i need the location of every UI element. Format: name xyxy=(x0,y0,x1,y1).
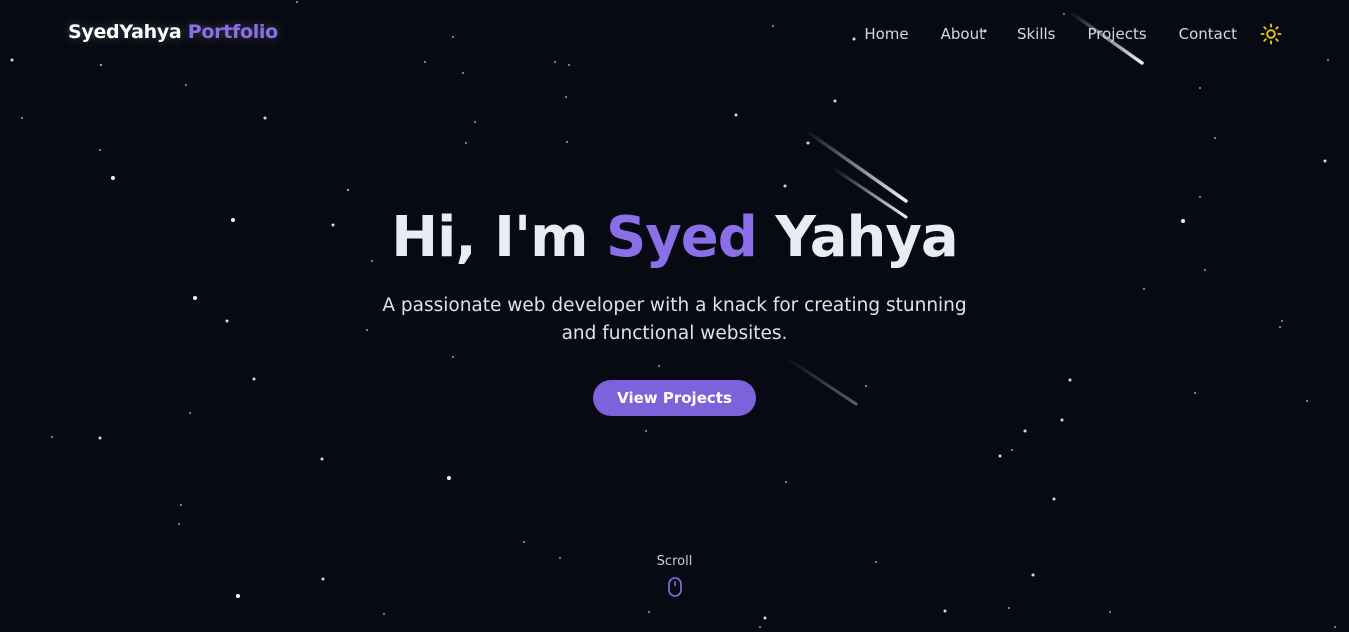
hero-name-rest: Yahya xyxy=(775,205,958,270)
star xyxy=(465,142,467,144)
star xyxy=(346,188,350,192)
sun-icon xyxy=(1260,23,1282,45)
scroll-indicator[interactable]: Scroll xyxy=(0,554,1349,601)
hero-heading: Hi, I'm Syed Yahya xyxy=(0,205,1349,270)
star xyxy=(99,149,101,151)
nav-contact[interactable]: Contact xyxy=(1179,25,1237,43)
star xyxy=(111,176,115,180)
star xyxy=(320,457,324,461)
main-nav: Home About Skills Projects Contact xyxy=(864,22,1283,46)
star xyxy=(185,84,187,86)
star xyxy=(1023,429,1027,433)
site-logo[interactable]: SyedYahya Portfolio xyxy=(68,21,278,43)
site-header: SyedYahya Portfolio Home About Skills Pr… xyxy=(0,0,1349,66)
star xyxy=(1011,449,1013,451)
star xyxy=(998,454,1002,458)
star xyxy=(178,523,180,525)
star xyxy=(1060,418,1064,422)
shooting-star xyxy=(803,128,908,203)
nav-projects[interactable]: Projects xyxy=(1088,25,1147,43)
hero-tagline: A passionate web developer with a knack … xyxy=(382,295,967,344)
star xyxy=(523,541,525,543)
star xyxy=(833,99,837,103)
star xyxy=(785,481,787,483)
hero-section: Hi, I'm Syed Yahya A passionate web deve… xyxy=(0,205,1349,416)
mouse-icon xyxy=(667,577,682,597)
star xyxy=(1334,626,1336,628)
view-projects-button[interactable]: View Projects xyxy=(593,380,756,416)
star xyxy=(462,72,464,74)
star xyxy=(21,117,23,119)
logo-primary: SyedYahya xyxy=(68,21,182,43)
star xyxy=(383,613,385,615)
star xyxy=(263,116,267,120)
star xyxy=(565,96,567,98)
star xyxy=(763,616,767,620)
star xyxy=(98,436,102,440)
star xyxy=(566,141,568,143)
star xyxy=(1008,607,1010,609)
star xyxy=(1199,196,1201,198)
star xyxy=(1109,611,1111,613)
theme-toggle-button[interactable] xyxy=(1259,22,1283,46)
star xyxy=(1052,497,1056,501)
star xyxy=(734,113,738,117)
star xyxy=(943,609,947,613)
hero-name-accent: Syed xyxy=(605,205,758,270)
star xyxy=(806,141,810,145)
nav-home[interactable]: Home xyxy=(864,25,908,43)
star xyxy=(648,611,650,613)
star xyxy=(759,626,761,628)
logo-accent: Portfolio xyxy=(187,21,278,43)
star xyxy=(180,504,182,506)
hero-greeting: Hi, I'm xyxy=(391,205,588,270)
scroll-label: Scroll xyxy=(656,554,693,569)
star xyxy=(1323,159,1327,163)
star xyxy=(474,121,476,123)
nav-about[interactable]: About xyxy=(941,25,985,43)
star xyxy=(1214,137,1216,139)
page: SyedYahya Portfolio Home About Skills Pr… xyxy=(0,0,1349,632)
star xyxy=(447,476,451,480)
star xyxy=(51,436,53,438)
star xyxy=(1199,87,1201,89)
star xyxy=(783,184,787,188)
nav-skills[interactable]: Skills xyxy=(1017,25,1056,43)
star xyxy=(645,430,647,432)
